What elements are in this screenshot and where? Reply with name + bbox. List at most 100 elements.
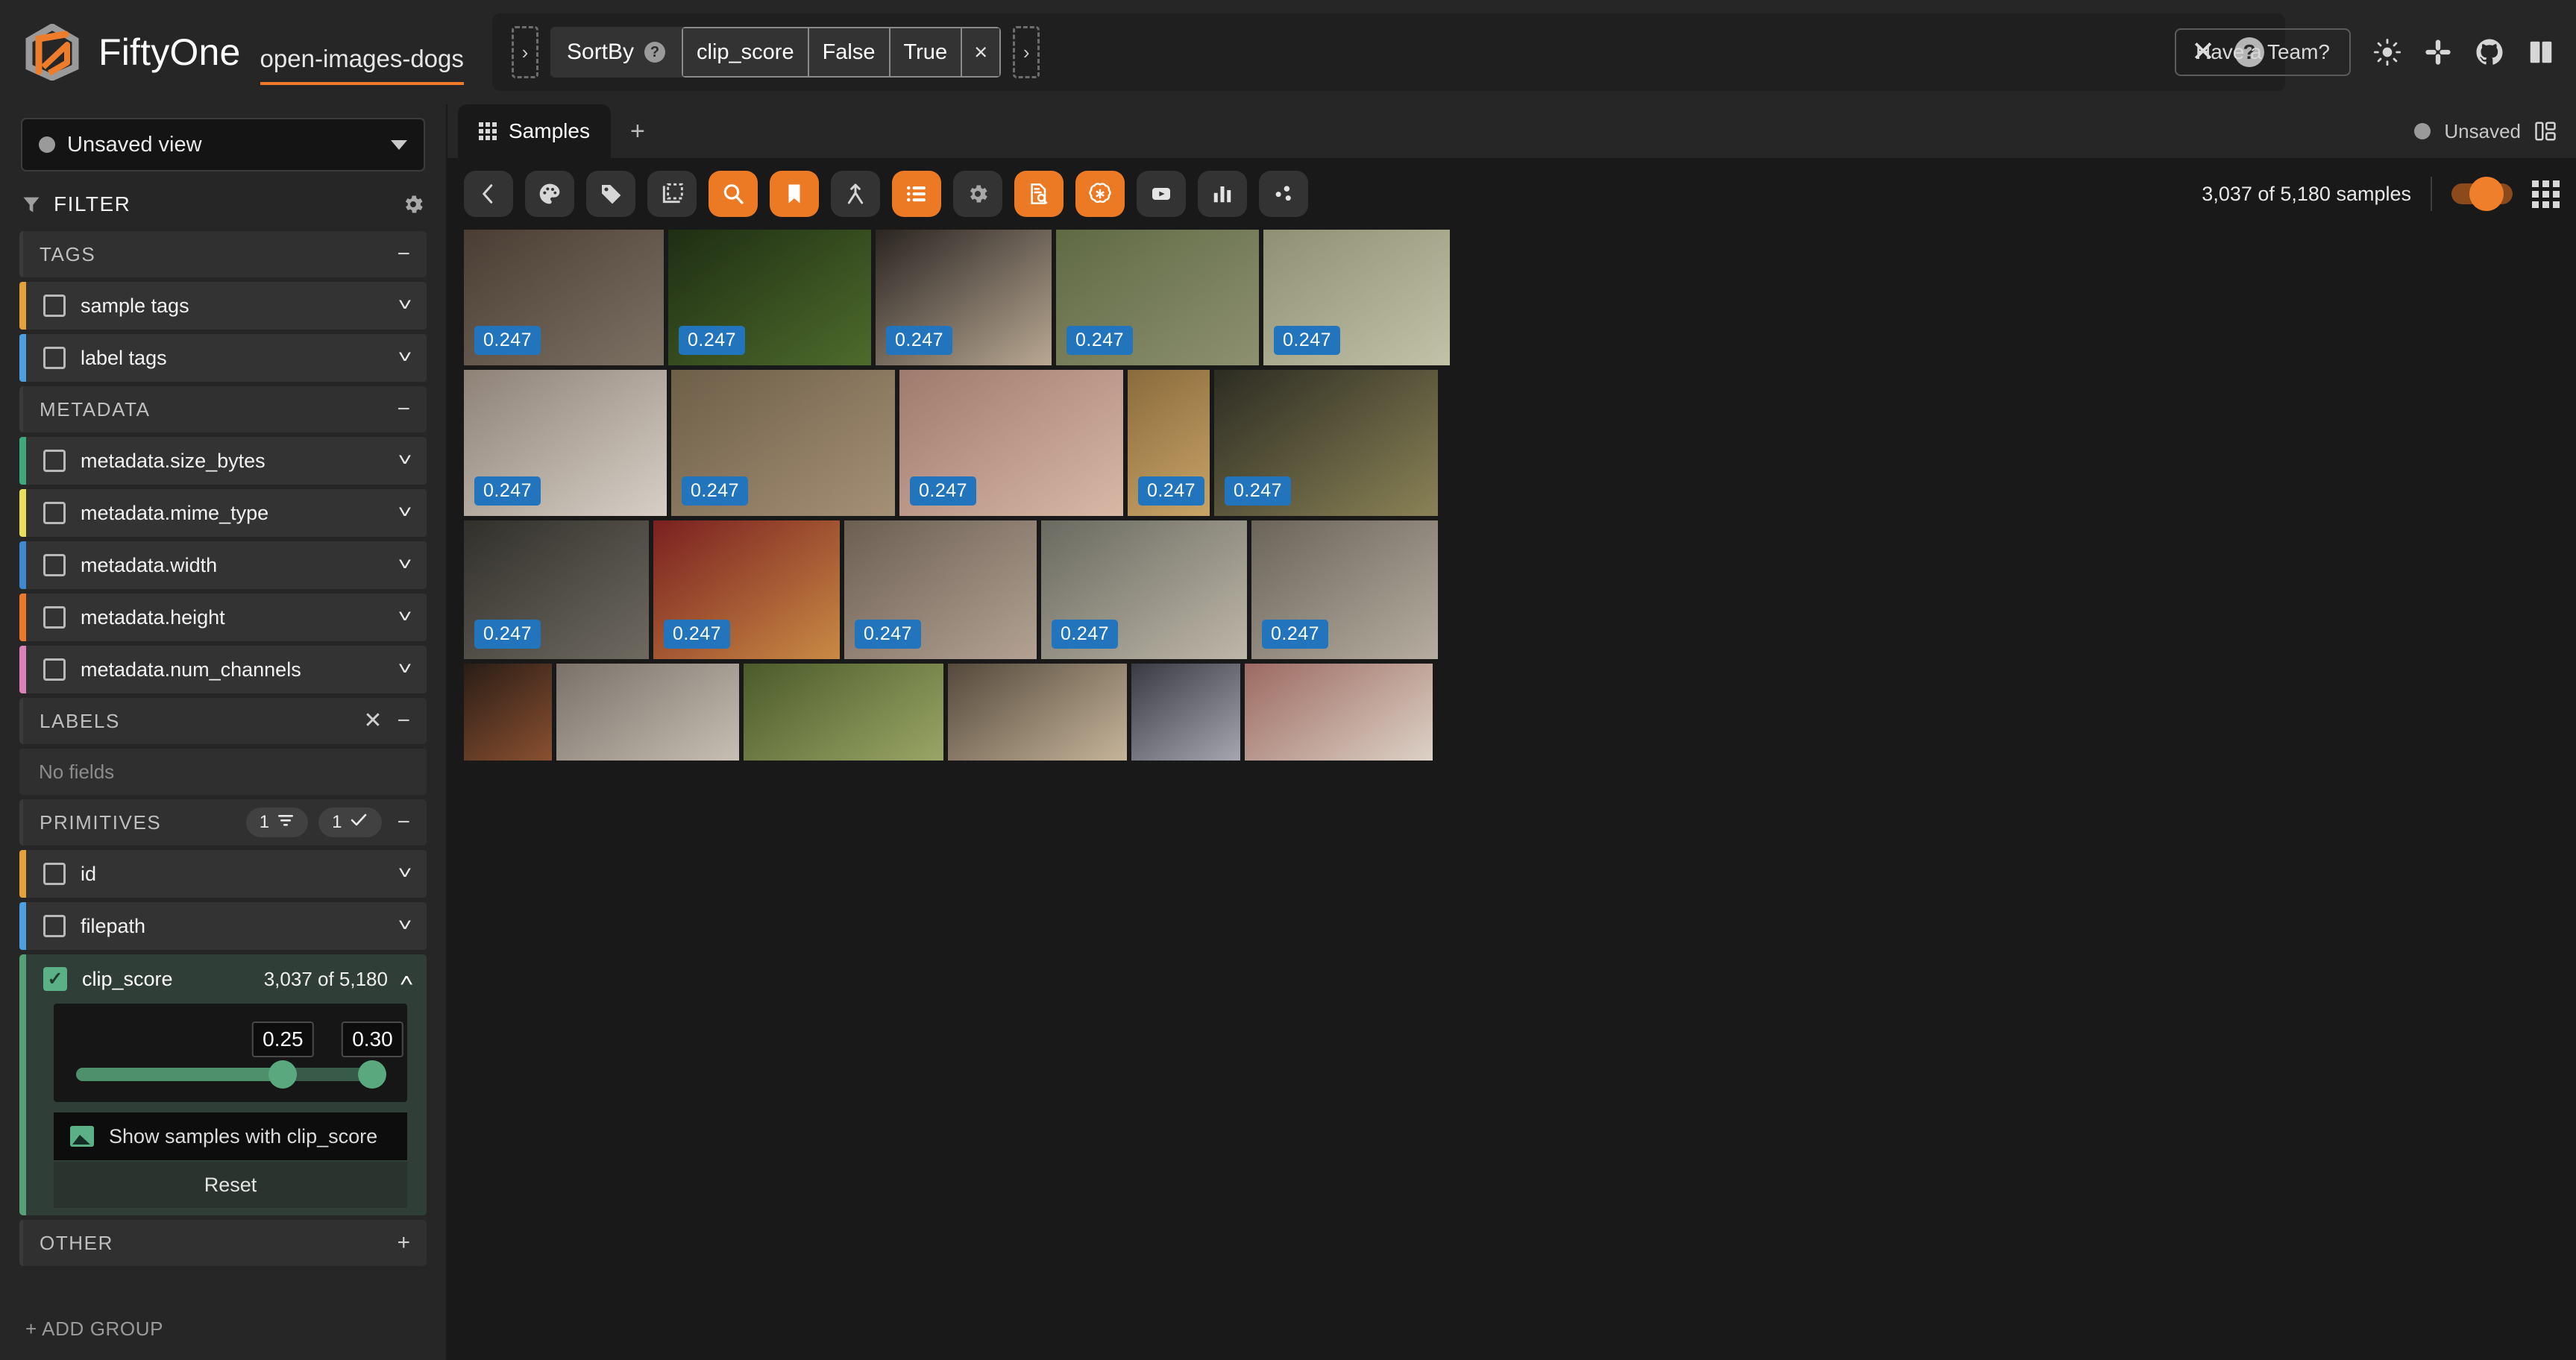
github-icon[interactable] (2475, 37, 2504, 67)
collapse-icon[interactable]: − (397, 398, 410, 421)
group-header-primitives[interactable]: PRIMITIVES 1 1 − (19, 799, 427, 846)
sample-cell[interactable]: 0.247 (671, 370, 895, 516)
document-search-icon[interactable] (1014, 171, 1064, 217)
chevron-down-icon[interactable]: ˅ (398, 916, 412, 936)
openai-icon[interactable] (1075, 171, 1125, 217)
field-checkbox-checked[interactable]: ✓ (43, 967, 67, 991)
sample-cell[interactable]: 0.247 (668, 230, 871, 365)
sample-cell[interactable]: 0.247 (1214, 370, 1438, 516)
field-row-metadata-mime-type[interactable]: metadata.mime_type ˅ (19, 489, 427, 537)
field-checkbox[interactable] (43, 347, 66, 369)
sample-cell[interactable]: 0.247 (464, 370, 667, 516)
sample-cell[interactable] (1245, 664, 1433, 761)
search-similarity-icon[interactable] (709, 171, 758, 217)
field-checkbox[interactable] (43, 502, 66, 524)
slider-knob-max[interactable] (358, 1060, 387, 1089)
field-row-metadata-size-bytes[interactable]: metadata.size_bytes ˅ (19, 437, 427, 485)
sample-cell[interactable]: 0.247 (1056, 230, 1259, 365)
sun-icon[interactable] (2373, 38, 2401, 66)
sample-cell[interactable]: 0.247 (844, 520, 1037, 659)
show-samples-toggle[interactable]: Show samples with clip_score (54, 1112, 407, 1160)
collapse-icon[interactable]: − (397, 811, 410, 834)
add-tab-button[interactable]: + (611, 104, 665, 158)
visible-fields-badge[interactable]: 1 (318, 808, 383, 837)
sample-cell[interactable]: 0.247 (1251, 520, 1438, 659)
add-field-icon[interactable]: + (397, 1232, 410, 1254)
clip-score-header[interactable]: ✓ clip_score 3,037 of 5,180 ˅ (19, 954, 427, 1004)
stage-name-wrap[interactable]: SortBy ? (550, 27, 682, 78)
chevron-down-icon[interactable]: ˅ (398, 555, 412, 576)
field-checkbox[interactable] (43, 554, 66, 576)
panel-layout-icon[interactable] (2534, 120, 2557, 142)
tab-samples[interactable]: Samples (458, 104, 611, 158)
field-checkbox[interactable] (43, 450, 66, 472)
group-header-labels[interactable]: LABELS ✕ − (19, 698, 427, 744)
chevron-up-icon[interactable]: ˅ (400, 969, 414, 989)
slack-icon[interactable] (2424, 38, 2452, 66)
slider-knob-min[interactable] (268, 1060, 298, 1089)
bar-chart-icon[interactable] (1198, 171, 1247, 217)
zoom-toggle[interactable] (2451, 177, 2513, 211)
settings-gear-icon[interactable] (953, 171, 1002, 217)
sample-cell[interactable]: 0.247 (1041, 520, 1247, 659)
dataset-name[interactable]: open-images-dogs (260, 45, 464, 85)
field-checkbox[interactable] (43, 606, 66, 629)
back-chevron-icon[interactable] (464, 171, 513, 217)
sample-cell[interactable] (1131, 664, 1240, 761)
field-row-metadata-num-channels[interactable]: metadata.num_channels ˅ (19, 646, 427, 693)
chevron-down-icon[interactable]: ˅ (398, 659, 412, 680)
sample-grid[interactable]: 0.247 0.247 0.247 0.247 0.247 0.247 0.24… (447, 230, 2576, 1360)
have-a-team-button[interactable]: Have a Team? (2174, 28, 2351, 76)
chevron-down-icon[interactable]: ˅ (398, 863, 412, 884)
group-header-metadata[interactable]: METADATA − (19, 386, 427, 432)
tag-icon[interactable] (586, 171, 635, 217)
stage-param-field[interactable]: clip_score (683, 28, 809, 76)
docs-book-icon[interactable] (2527, 38, 2555, 66)
field-row-metadata-width[interactable]: metadata.width ˅ (19, 541, 427, 589)
field-row-sample-tags[interactable]: sample tags ˅ (19, 282, 427, 330)
sample-cell[interactable] (556, 664, 739, 761)
collapse-icon[interactable]: − (397, 243, 410, 265)
field-row-metadata-height[interactable]: metadata.height ˅ (19, 594, 427, 641)
active-filters-badge[interactable]: 1 (245, 808, 309, 837)
field-checkbox[interactable] (43, 658, 66, 681)
chevron-down-icon[interactable]: ˅ (398, 347, 412, 368)
viewbar-scroll-left[interactable]: › (512, 26, 538, 78)
scatter-plot-icon[interactable] (1259, 171, 1308, 217)
sample-cell[interactable]: 0.247 (464, 230, 664, 365)
slider-track[interactable] (76, 1060, 387, 1089)
chevron-down-icon[interactable]: ˅ (398, 450, 412, 471)
gear-icon[interactable] (401, 192, 425, 216)
reset-filter-button[interactable]: Reset (54, 1162, 407, 1208)
selection-box-icon[interactable] (647, 171, 697, 217)
field-checkbox[interactable] (43, 295, 66, 317)
field-checkbox[interactable] (43, 863, 66, 885)
sample-cell[interactable]: 0.247 (1263, 230, 1450, 365)
stage-remove-icon[interactable]: × (962, 28, 1000, 76)
viewbar-scroll-right[interactable]: › (1013, 26, 1040, 78)
sample-cell[interactable]: 0.247 (899, 370, 1123, 516)
clip-score-range-slider[interactable]: 0.25 0.30 (54, 1004, 407, 1102)
field-checkbox[interactable] (43, 915, 66, 937)
chevron-down-icon[interactable]: ˅ (398, 295, 412, 316)
clear-group-icon[interactable]: ✕ (363, 710, 382, 732)
group-header-tags[interactable]: TAGS − (19, 231, 427, 277)
bookmark-icon[interactable] (770, 171, 819, 217)
field-row-filepath[interactable]: filepath ˅ (19, 902, 427, 950)
saved-view-selector[interactable]: Unsaved view (21, 118, 425, 171)
sample-cell[interactable]: 0.247 (1128, 370, 1210, 516)
sample-cell[interactable]: 0.247 (876, 230, 1052, 365)
grid-size-icon[interactable] (2532, 180, 2560, 208)
sample-cell[interactable] (948, 664, 1127, 761)
chevron-down-icon[interactable] (391, 139, 407, 150)
video-play-icon[interactable] (1137, 171, 1186, 217)
list-view-icon[interactable] (892, 171, 941, 217)
chevron-down-icon[interactable]: ˅ (398, 607, 412, 628)
sample-cell[interactable] (744, 664, 943, 761)
stage-param-false[interactable]: False (808, 28, 890, 76)
chevron-down-icon[interactable]: ˅ (398, 503, 412, 523)
group-header-other[interactable]: OTHER + (19, 1220, 427, 1266)
collapse-icon[interactable]: − (397, 710, 410, 732)
sample-cell[interactable]: 0.247 (464, 520, 649, 659)
sample-cell[interactable]: 0.247 (653, 520, 840, 659)
